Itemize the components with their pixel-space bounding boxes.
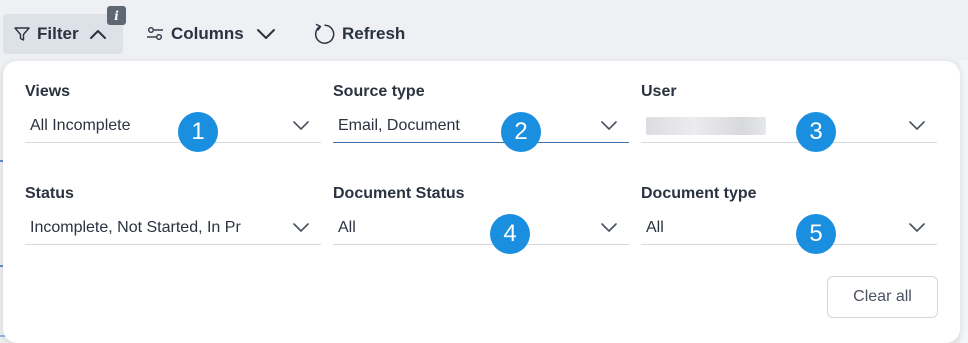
user-select[interactable] [641,109,937,143]
filter-label: Filter [37,24,79,43]
columns-settings-icon [147,27,163,40]
chevron-down-icon [601,121,617,130]
filter-panel: Views All Incomplete Source type Email, … [3,61,960,343]
filter-icon [14,27,30,41]
document-type-select[interactable]: All [641,211,937,245]
source-type-filter: Source type Email, Document [333,81,629,143]
chevron-down-icon [256,29,275,39]
background-page-edge [960,60,968,343]
chevron-down-icon [293,223,309,232]
user-label: User [641,83,677,100]
chevron-down-icon [293,121,309,130]
filter-button[interactable]: Filter [3,14,123,54]
columns-label: Columns [171,24,244,43]
step-badge-1: 1 [178,112,218,152]
refresh-button[interactable]: Refresh [312,14,405,54]
step-badge-5: 5 [796,214,836,254]
status-filter: Status Incomplete, Not Started, In Pr [25,183,321,245]
document-type-value: All [646,218,664,236]
chevron-down-icon [909,223,925,232]
document-status-filter: Document Status All [333,183,629,245]
chevron-up-icon [89,30,106,39]
document-status-value: All [338,218,356,236]
document-type-label: Document type [641,185,757,202]
views-label: Views [25,83,71,100]
clear-all-button[interactable]: Clear all [827,276,938,318]
views-select[interactable]: All Incomplete [25,109,321,143]
document-status-select[interactable]: All [333,211,629,245]
chevron-down-icon [909,121,925,130]
status-select[interactable]: Incomplete, Not Started, In Pr [25,211,321,245]
step-badge-3: 3 [796,112,836,152]
document-status-label: Document Status [333,185,465,202]
info-icon[interactable]: i [107,6,126,25]
views-filter: Views All Incomplete [25,81,321,143]
source-type-select[interactable]: Email, Document [333,109,629,143]
status-label: Status [25,185,74,202]
source-type-value: Email, Document [338,116,460,134]
step-badge-2: 2 [501,112,541,152]
user-value-redacted [646,116,766,135]
document-type-filter: Document type All [641,183,937,245]
grid-toolbar: Filter i Columns Refresh [0,0,968,60]
chevron-down-icon [601,223,617,232]
refresh-label: Refresh [342,24,406,43]
user-filter: User [641,81,937,143]
columns-button[interactable]: Columns [145,14,276,54]
status-value: Incomplete, Not Started, In Pr [30,218,241,236]
views-value: All Incomplete [30,116,131,134]
refresh-icon [314,23,335,44]
source-type-label: Source type [333,83,425,100]
step-badge-4: 4 [490,214,530,254]
